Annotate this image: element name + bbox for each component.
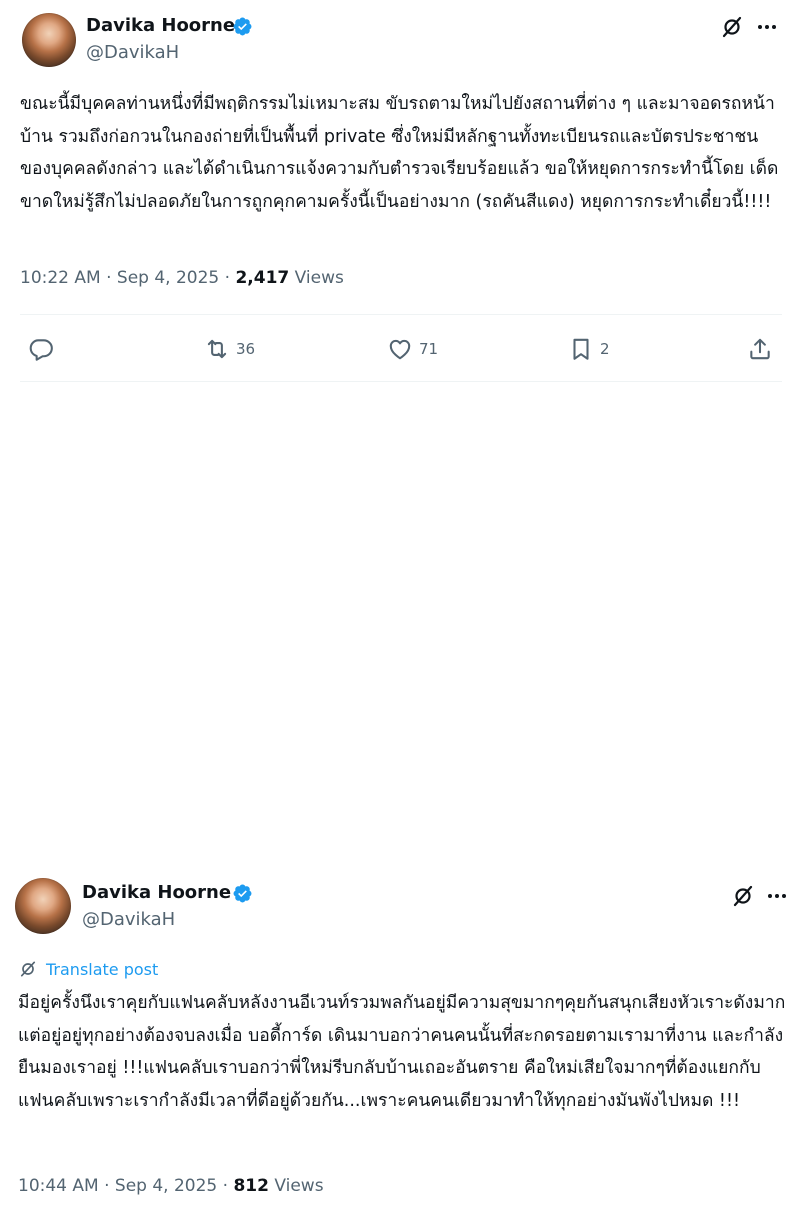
reply-button[interactable] <box>28 336 54 362</box>
share-button[interactable] <box>747 336 773 362</box>
bookmark-button[interactable]: 2 <box>568 336 610 362</box>
retweet-button[interactable]: 36 <box>204 336 255 362</box>
action-bar: 36 71 2 <box>0 332 800 368</box>
retweet-icon <box>207 339 227 359</box>
avatar[interactable] <box>15 878 71 934</box>
grok-icon[interactable] <box>731 884 755 908</box>
translate-icon <box>20 961 36 977</box>
author-name[interactable]: Davika Hoorne <box>82 882 231 903</box>
post-text: มีอยู่ครั้งนึงเราคุยกับแฟนคลับหลังงานอีเ… <box>18 993 786 1111</box>
verified-badge-icon <box>233 884 252 903</box>
divider <box>20 381 782 382</box>
author-handle[interactable]: @DavikaH <box>82 909 175 930</box>
verified-badge-icon <box>233 17 252 36</box>
divider <box>20 314 782 315</box>
post-meta: 10:44 AM · Sep 4, 2025 · 812 Views <box>18 1176 324 1196</box>
bookmark-icon <box>573 338 589 360</box>
post-text: ขณะนี้มีบุคคลท่านหนึ่งที่มีพฤติกรรมไม่เห… <box>20 94 779 212</box>
post-time[interactable]: 10:22 AM · Sep 4, 2025 · <box>20 268 235 288</box>
post-meta: 10:22 AM · Sep 4, 2025 · 2,417 Views <box>20 268 344 288</box>
views-label: Views <box>268 1176 324 1196</box>
retweet-count: 36 <box>236 340 256 358</box>
share-icon <box>750 338 770 360</box>
like-icon <box>389 339 411 360</box>
reply-icon <box>29 339 53 361</box>
views-count: 2,417 <box>235 268 290 288</box>
author-handle[interactable]: @DavikaH <box>86 42 179 63</box>
translate-label: Translate post <box>46 959 159 979</box>
translate-post-link[interactable]: Translate post <box>18 959 158 979</box>
post-time[interactable]: 10:44 AM · Sep 4, 2025 · <box>18 1176 233 1196</box>
views-label: Views <box>289 268 344 288</box>
more-icon[interactable] <box>755 15 779 39</box>
like-button[interactable]: 71 <box>387 336 438 362</box>
author-name[interactable]: Davika Hoorne <box>86 15 235 36</box>
grok-icon[interactable] <box>720 15 744 39</box>
avatar[interactable] <box>22 13 76 67</box>
bookmark-count: 2 <box>600 340 610 358</box>
more-icon[interactable] <box>765 884 789 908</box>
views-count: 812 <box>233 1176 269 1196</box>
like-count: 71 <box>419 340 439 358</box>
